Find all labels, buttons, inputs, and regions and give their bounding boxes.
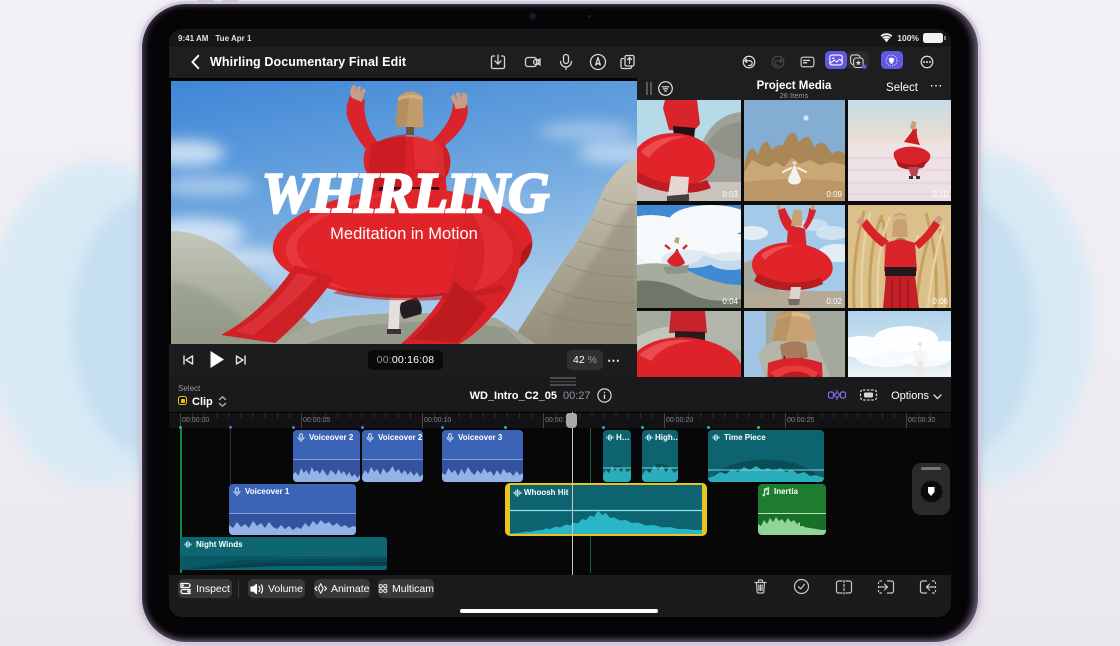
svg-text:0:09: 0:09 [826,190,842,199]
svg-text:Meditation in Motion: Meditation in Motion [330,225,478,243]
svg-text:0:02: 0:02 [826,297,842,306]
svg-text:0:06: 0:06 [932,297,948,306]
svg-text:0:03: 0:03 [722,190,738,199]
svg-text:0:10: 0:10 [932,190,948,199]
svg-text:0:04: 0:04 [722,297,738,306]
svg-text:WHIRLING: WHIRLING [262,162,549,225]
